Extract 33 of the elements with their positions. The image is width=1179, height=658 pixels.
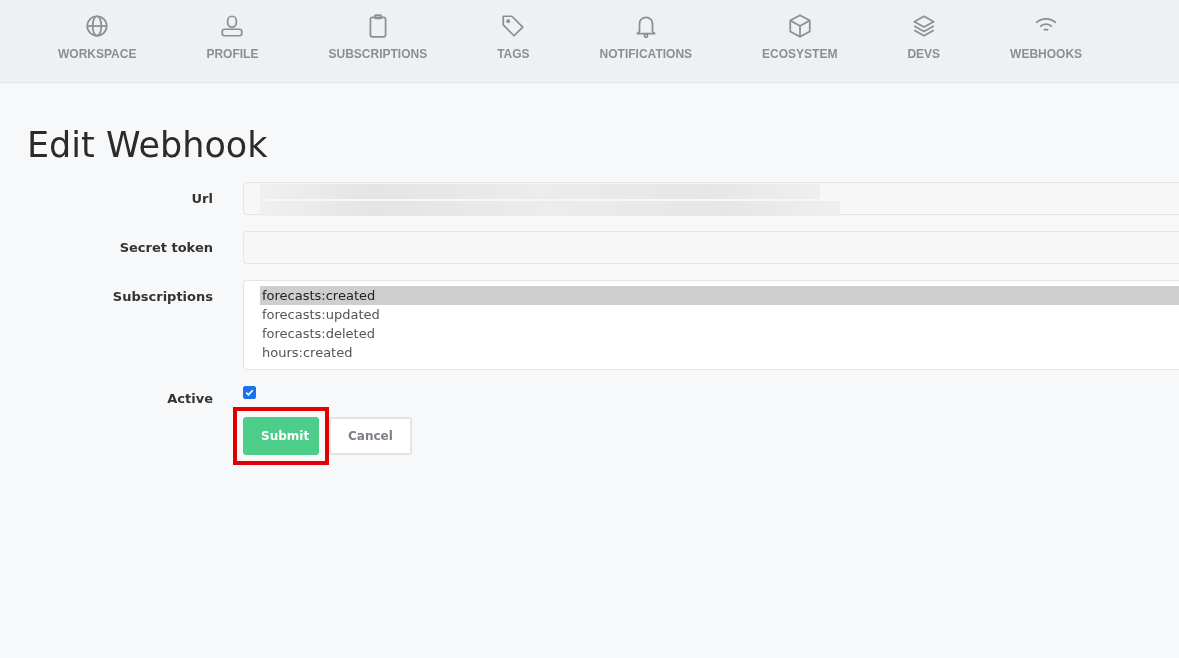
- list-option[interactable]: forecasts:updated: [260, 305, 1179, 324]
- nav-tab[interactable]: WORKSPACE: [58, 0, 137, 82]
- nav-tab[interactable]: DEVS: [907, 0, 941, 82]
- field-label: Secret token: [118, 239, 213, 255]
- nav-tab-label[interactable]: TAGS: [497, 47, 530, 61]
- nav-tab[interactable]: SUBSCRIPTIONS: [328, 0, 428, 82]
- list-option[interactable]: hours:created: [260, 343, 1179, 362]
- list-option[interactable]: forecasts:deleted: [260, 324, 1179, 343]
- nav-tab[interactable]: TAGS: [497, 0, 530, 82]
- nav-tab-label[interactable]: DEVS: [907, 47, 941, 61]
- layers-icon: [910, 13, 937, 39]
- subscriptions-listbox[interactable]: forecasts:created forecasts:updated forecasts:deleted hours:created: [243, 280, 1179, 370]
- field-label: Active: [166, 390, 213, 406]
- active-checkbox[interactable]: [243, 386, 256, 399]
- nav-tab[interactable]: PROFILE: [206, 0, 259, 82]
- nav-tab[interactable]: WEBHOOKS: [1010, 0, 1083, 82]
- cube-icon: [786, 13, 813, 39]
- field-label: Subscriptions: [111, 288, 213, 304]
- field-label: Url: [190, 190, 213, 206]
- nav-tab[interactable]: ECOSYSTEM: [762, 0, 838, 82]
- nav-tab[interactable]: NOTIFICATIONS: [599, 0, 693, 82]
- person-icon: [219, 13, 246, 39]
- list-option[interactable]: forecasts:created: [260, 286, 1179, 305]
- submit-button[interactable]: Submit: [243, 417, 319, 455]
- nav-tab-label[interactable]: WORKSPACE: [58, 47, 137, 61]
- nav-tab-label[interactable]: SUBSCRIPTIONS: [328, 47, 428, 61]
- nav-tab-label[interactable]: PROFILE: [206, 47, 259, 61]
- page-title: Edit Webhook: [27, 125, 269, 165]
- globe-icon: [84, 13, 111, 39]
- nav-tab-label[interactable]: NOTIFICATIONS: [599, 47, 693, 61]
- nav-tab-label[interactable]: WEBHOOKS: [1010, 47, 1083, 61]
- cancel-button[interactable]: Cancel: [329, 417, 412, 455]
- nav-tab-label[interactable]: ECOSYSTEM: [762, 47, 838, 61]
